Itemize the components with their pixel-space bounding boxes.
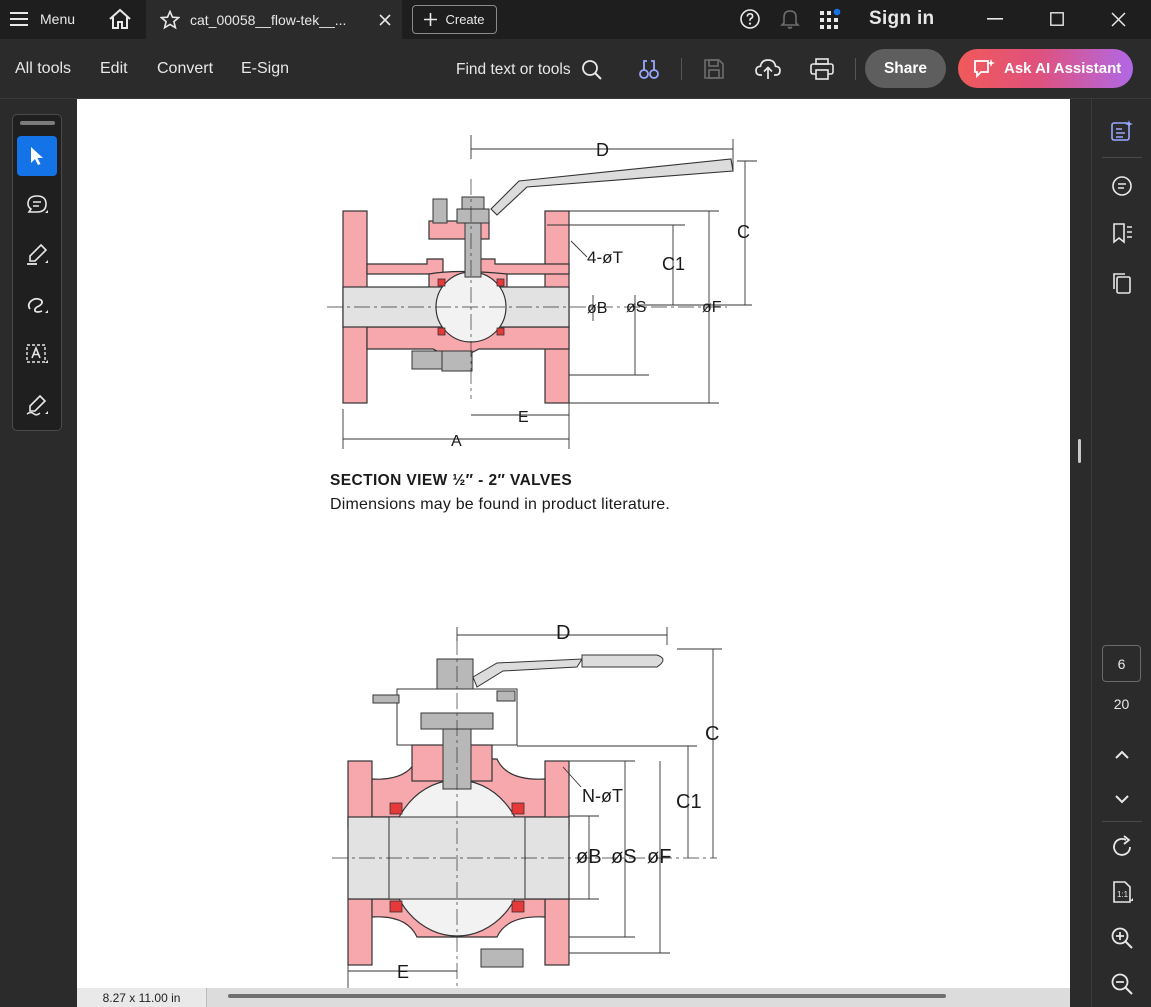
comment-tool-button[interactable] xyxy=(17,185,57,225)
accessibility-tools-icon[interactable] xyxy=(636,56,662,82)
create-label: Create xyxy=(445,12,485,27)
ask-ai-assistant-button[interactable]: Ask AI Assistant xyxy=(958,49,1133,88)
ai-label: Ask AI Assistant xyxy=(1004,60,1122,77)
save-icon[interactable] xyxy=(701,56,727,82)
actual-size-icon[interactable]: 1:1 xyxy=(1109,879,1135,905)
comment-icon xyxy=(27,195,48,213)
dim-label-s: øS xyxy=(611,846,637,868)
horizontal-scrollbar[interactable] xyxy=(228,994,946,998)
text-box-tool-button[interactable] xyxy=(17,334,57,374)
dim-label-e: E xyxy=(518,409,529,426)
comments-panel-icon[interactable] xyxy=(1109,173,1135,199)
minimize-icon[interactable] xyxy=(972,4,1018,34)
menu-label: Menu xyxy=(40,11,76,27)
dim-label-c: C xyxy=(737,222,750,242)
dim-label-b: øB xyxy=(587,300,607,317)
page-thumbnails-icon[interactable] xyxy=(1109,270,1135,296)
valve-section-drawing-2: C D C1 N-øT øB øS øF E xyxy=(332,622,722,999)
maximize-icon[interactable] xyxy=(1034,4,1080,34)
toolbar-divider xyxy=(855,58,856,80)
menu-e-sign[interactable]: E-Sign xyxy=(241,60,289,78)
dim-label-f: øF xyxy=(702,299,722,316)
sign-in-button[interactable]: Sign in xyxy=(869,8,934,30)
ai-assistant-icon xyxy=(974,58,995,78)
draw-tool-button[interactable] xyxy=(17,285,57,325)
menu-button[interactable]: Menu xyxy=(10,6,75,32)
create-button[interactable]: Create xyxy=(412,5,497,34)
rail-divider xyxy=(1102,821,1142,822)
upload-cloud-icon[interactable] xyxy=(755,56,781,82)
dimensions-note: Dimensions may be found in product liter… xyxy=(330,496,671,513)
highlighter-pen-icon xyxy=(27,243,48,265)
rail-divider xyxy=(1102,157,1142,158)
close-window-icon[interactable] xyxy=(1095,4,1141,34)
dim-label-t: 4-øT xyxy=(587,248,623,267)
zoom-out-icon[interactable] xyxy=(1109,971,1135,997)
print-icon[interactable] xyxy=(809,56,835,82)
find-label: Find text or tools xyxy=(456,61,571,78)
section-view-caption: SECTION VIEW ½″ - 2″ VALVES xyxy=(330,472,573,489)
next-page-icon[interactable] xyxy=(1109,786,1135,812)
pdf-page: D C C1 4-øT øB øS øF E A SECTION VIEW ½″… xyxy=(77,99,1070,1007)
dim-label-d: D xyxy=(556,622,570,644)
find-tools-search[interactable]: Find text or tools xyxy=(456,59,603,81)
dim-label-s: øS xyxy=(626,299,646,316)
dim-label-c1: C1 xyxy=(676,791,702,813)
document-viewport: D C C1 4-øT øB øS øF E A SECTION VIEW ½″… xyxy=(0,99,1091,1007)
main-toolbar: All tools Edit Convert E-Sign Find text … xyxy=(0,39,1151,99)
zoom-in-icon[interactable] xyxy=(1109,925,1135,951)
document-tab[interactable]: cat_00058__flow-tek__... xyxy=(146,0,402,39)
text-box-icon xyxy=(26,344,48,363)
left-tool-rail xyxy=(12,114,62,431)
menu-convert[interactable]: Convert xyxy=(157,60,213,78)
current-page-input[interactable]: 6 xyxy=(1102,645,1141,682)
close-tab-icon[interactable] xyxy=(376,13,394,26)
freehand-draw-icon xyxy=(27,297,48,313)
title-bar: Menu cat_00058__flow-tek__... Create Sig… xyxy=(0,0,1151,39)
dim-label-e: E xyxy=(397,962,409,982)
sign-tool-button[interactable] xyxy=(17,385,57,425)
star-icon[interactable] xyxy=(160,9,180,30)
dim-label-c: C xyxy=(705,723,719,745)
total-pages: 20 xyxy=(1113,696,1130,712)
dim-label-d: D xyxy=(596,140,609,160)
rotate-icon[interactable] xyxy=(1109,834,1135,860)
page-size-indicator: 8.27 x 11.00 in xyxy=(77,988,207,1007)
menu-all-tools[interactable]: All tools xyxy=(15,60,71,78)
home-icon xyxy=(109,8,131,29)
svg-text:1:1: 1:1 xyxy=(1117,890,1129,899)
select-tool-button[interactable] xyxy=(17,136,57,176)
valve-section-drawing-1: D C C1 4-øT øB øS øF E A xyxy=(327,135,757,450)
right-rail: 6 20 1:1 xyxy=(1091,99,1151,1007)
dim-label-f: øF xyxy=(647,846,671,868)
home-button[interactable] xyxy=(106,6,134,32)
search-icon xyxy=(581,60,602,80)
edit-summary-icon[interactable] xyxy=(1109,118,1135,144)
signature-pen-icon xyxy=(26,394,48,416)
previous-page-icon[interactable] xyxy=(1109,742,1135,768)
dim-label-t: N-øT xyxy=(582,786,623,806)
dim-label-a: A xyxy=(451,433,462,450)
hamburger-icon xyxy=(10,12,28,26)
notification-bell-icon[interactable] xyxy=(779,8,801,30)
highlight-tool-button[interactable] xyxy=(17,235,57,275)
plus-icon xyxy=(424,13,438,26)
bookmarks-icon[interactable] xyxy=(1109,220,1135,246)
dim-label-c1: C1 xyxy=(662,254,685,274)
cursor-arrow-icon xyxy=(31,147,43,165)
vertical-scrollbar[interactable] xyxy=(1078,439,1081,463)
dim-label-b: øB xyxy=(576,846,602,868)
menu-edit[interactable]: Edit xyxy=(100,60,128,78)
tab-title: cat_00058__flow-tek__... xyxy=(190,11,347,28)
drag-handle[interactable] xyxy=(20,121,55,125)
toolbar-divider xyxy=(681,58,682,80)
help-icon[interactable] xyxy=(739,8,761,30)
share-button[interactable]: Share xyxy=(865,49,946,88)
apps-grid-icon[interactable] xyxy=(819,8,841,30)
